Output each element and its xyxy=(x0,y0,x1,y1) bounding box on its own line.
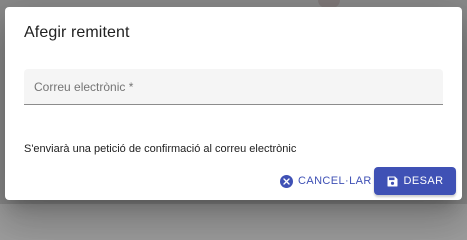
cancel-button[interactable]: CANCEL·LAR xyxy=(274,169,378,193)
email-input[interactable] xyxy=(24,69,443,104)
cancel-button-label: CANCEL·LAR xyxy=(298,175,372,187)
confirmation-helper-text: S'enviarà una petició de confirmació al … xyxy=(24,143,297,155)
save-button-label: DESAR xyxy=(403,175,444,187)
email-field[interactable] xyxy=(24,69,443,105)
cancel-circle-icon xyxy=(280,174,293,188)
floppy-disk-icon xyxy=(387,176,398,187)
add-sender-dialog: Afegir remitent S'enviarà una petició de… xyxy=(5,7,462,200)
dialog-title: Afegir remitent xyxy=(24,24,130,41)
save-button[interactable]: DESAR xyxy=(374,167,456,195)
